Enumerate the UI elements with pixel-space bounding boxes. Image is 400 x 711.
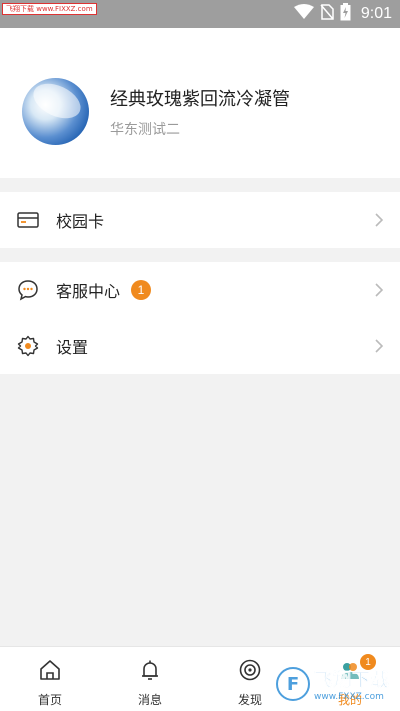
watermark-logo: F 飞翔下载 www.FXXZ.com (276, 664, 396, 704)
tab-home[interactable]: 首页 (0, 647, 100, 711)
status-time: 9:01 (360, 5, 392, 22)
tab-label: 消息 (137, 693, 162, 707)
watermark-mark: F (276, 667, 310, 701)
menu-item-campus-card[interactable]: 校园卡 (0, 192, 400, 248)
wifi-icon (293, 4, 314, 24)
bell-icon (137, 657, 163, 683)
watermark-tag: 飞翔下载 www.FIXXZ.com (2, 3, 97, 15)
watermark-title: 飞翔下载 (314, 670, 390, 692)
watermark-url: www.FXXZ.com (314, 692, 384, 702)
profile-name: 经典玫瑰紫回流冷凝管 (110, 89, 290, 110)
status-icons: 9:01 (293, 0, 392, 28)
menu-item-settings[interactable]: 设置 (0, 318, 400, 374)
chevron-right-icon (374, 282, 384, 298)
card-icon (17, 209, 39, 231)
menu-item-label: 校园卡 (56, 212, 105, 231)
battery-charging-icon (340, 3, 351, 25)
menu-item-label: 客服中心 (56, 282, 121, 301)
chat-icon (17, 279, 39, 301)
profile-subtitle: 华东测试二 (110, 122, 180, 138)
gear-icon (17, 335, 39, 357)
tab-messages[interactable]: 消息 (100, 647, 200, 711)
chevron-right-icon (374, 338, 384, 354)
menu-item-label: 设置 (56, 338, 89, 357)
home-icon (37, 657, 63, 683)
avatar[interactable] (22, 78, 89, 145)
discover-icon (237, 657, 263, 683)
tab-label: 首页 (37, 693, 62, 707)
no-sim-icon (320, 4, 334, 24)
status-bar: 飞翔下载 www.FIXXZ.com 9:01 (0, 0, 400, 28)
chevron-right-icon (374, 212, 384, 228)
tab-label: 发现 (237, 693, 262, 707)
profile-header[interactable]: 经典玫瑰紫回流冷凝管 华东测试二 (0, 28, 400, 178)
menu-group-service: 客服中心 1 设置 (0, 262, 400, 374)
menu-group-card: 校园卡 (0, 192, 400, 248)
notification-badge: 1 (131, 280, 151, 300)
menu-item-customer-service[interactable]: 客服中心 1 (0, 262, 400, 318)
